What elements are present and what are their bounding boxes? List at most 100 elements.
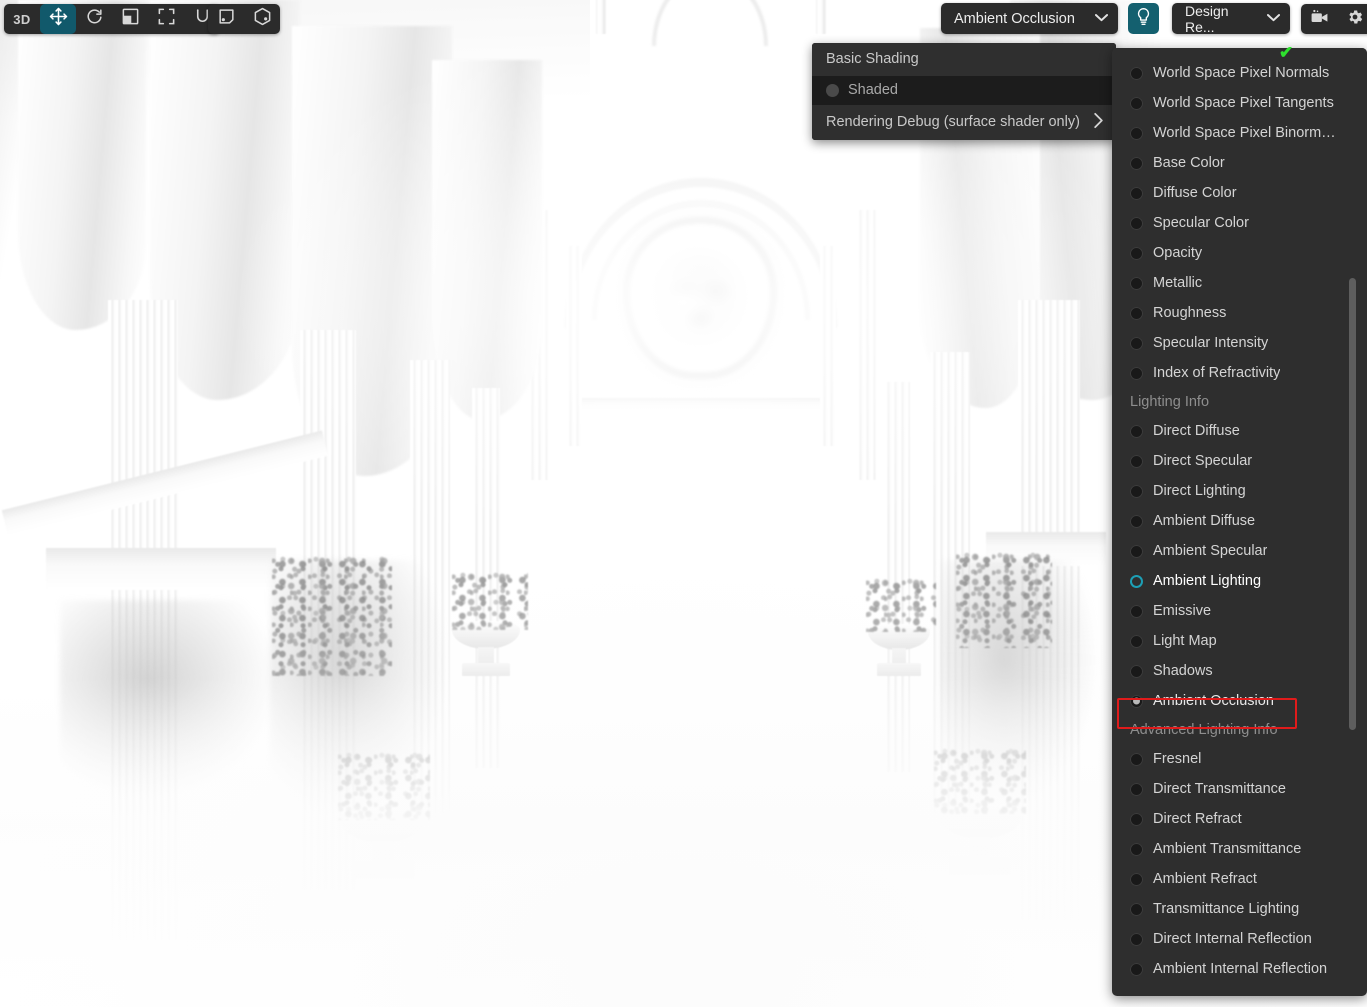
debug-mode-label: Specular Intensity — [1153, 335, 1269, 351]
debug-mode-item[interactable]: Emissive — [1112, 596, 1367, 626]
debug-mode-item[interactable]: Opacity — [1112, 238, 1367, 268]
debug-mode-item[interactable]: Ambient Specular — [1112, 536, 1367, 566]
radio-icon — [1130, 126, 1143, 140]
radio-icon — [1130, 812, 1143, 826]
debug-mode-item[interactable]: Transmittance Lighting — [1112, 894, 1367, 924]
radio-icon — [1130, 634, 1143, 648]
plane-pivot-button[interactable] — [208, 4, 244, 34]
radio-icon — [1130, 782, 1143, 796]
camera-capture-button[interactable] — [1301, 4, 1337, 34]
debug-mode-item[interactable]: Direct Refract — [1112, 804, 1367, 834]
radio-icon — [1130, 454, 1143, 468]
menu-item-label: Shaded — [848, 82, 898, 98]
debug-mode-item[interactable]: Ambient Diffuse — [1112, 506, 1367, 536]
chevron-down-icon — [1266, 13, 1281, 25]
debug-mode-label: Diffuse Color — [1153, 185, 1237, 201]
debug-mode-item[interactable]: Direct Diffuse — [1112, 416, 1367, 446]
radio-icon — [1130, 752, 1143, 766]
debug-mode-item[interactable]: World Space Pixel Tangents — [1112, 88, 1367, 118]
settings-button[interactable] — [1337, 4, 1367, 34]
menu-item-shaded[interactable]: Shaded — [812, 76, 1116, 105]
debug-mode-item[interactable]: Roughness — [1112, 298, 1367, 328]
scale-tool-button[interactable] — [112, 4, 148, 34]
radio-icon — [1130, 216, 1143, 230]
radio-icon — [826, 83, 839, 97]
video-camera-icon — [1310, 7, 1329, 31]
cube-pivot-button[interactable] — [244, 4, 280, 34]
radio-icon — [1130, 66, 1143, 80]
rendering-debug-list: Material InfoWorld Space Pixel NormalsWo… — [1112, 48, 1367, 984]
debug-mode-item[interactable]: Direct Transmittance — [1112, 774, 1367, 804]
debug-mode-item[interactable]: Ambient Refract — [1112, 864, 1367, 894]
debug-mode-item[interactable]: World Space Pixel Normals — [1112, 58, 1367, 88]
move-arrows-icon — [49, 7, 68, 31]
capture-toolbar[interactable] — [1301, 4, 1367, 34]
radio-icon — [1130, 306, 1143, 320]
radio-icon — [1130, 484, 1143, 498]
panel-top-clip — [1112, 48, 1367, 62]
radio-icon — [1130, 156, 1143, 170]
debug-mode-item[interactable]: Diffuse Color — [1112, 178, 1367, 208]
debug-mode-item[interactable]: Ambient Lighting — [1112, 566, 1367, 596]
gear-icon — [1346, 8, 1364, 31]
rotate-icon — [85, 7, 104, 31]
lighting-toggle-button[interactable] — [1128, 3, 1159, 34]
radio-icon — [1130, 366, 1143, 380]
render-preset-value: Design Re... — [1185, 2, 1229, 35]
transform-toolbar[interactable]: 3D — [4, 4, 220, 34]
cursor-marker: ✔ — [1279, 43, 1294, 62]
radio-icon — [1130, 336, 1143, 350]
debug-mode-label: World Space Pixel Normals — [1153, 65, 1330, 81]
debug-mode-item[interactable]: Fresnel — [1112, 744, 1367, 774]
debug-mode-label: Ambient Diffuse — [1153, 513, 1256, 529]
section-header-advanced-lighting-info: Advanced Lighting Info — [1130, 722, 1278, 738]
radio-icon — [1130, 694, 1143, 708]
debug-mode-item[interactable]: Light Map — [1112, 626, 1367, 656]
frame-selection-button[interactable] — [148, 4, 184, 34]
rendering-debug-menu[interactable]: Material InfoWorld Space Pixel NormalsWo… — [1112, 48, 1367, 996]
radio-icon — [1130, 514, 1143, 528]
debug-mode-item[interactable]: Index of Refractivity — [1112, 358, 1367, 388]
radio-icon — [1130, 424, 1143, 438]
menu-scrollbar-thumb[interactable] — [1349, 278, 1356, 730]
rotate-tool-button[interactable] — [76, 4, 112, 34]
frame-selection-icon — [157, 7, 176, 31]
render-preset-dropdown[interactable]: Design Re... — [1172, 2, 1290, 35]
radio-icon — [1130, 932, 1143, 946]
debug-mode-label: Fresnel — [1153, 751, 1202, 767]
debug-mode-item[interactable]: Base Color — [1112, 148, 1367, 178]
debug-mode-item[interactable]: Direct Internal Reflection — [1112, 924, 1367, 954]
debug-mode-item[interactable]: Specular Color — [1112, 208, 1367, 238]
plane-pivot-icon — [217, 7, 236, 31]
debug-mode-item[interactable]: Ambient Internal Reflection — [1112, 954, 1367, 984]
radio-icon — [1130, 902, 1143, 916]
shading-mode-dropdown[interactable]: Ambient Occlusion — [941, 3, 1118, 34]
chevron-right-icon — [1093, 112, 1104, 132]
debug-mode-label: Ambient Internal Reflection — [1153, 961, 1328, 977]
debug-mode-item[interactable]: World Space Pixel Binorm… — [1112, 118, 1367, 148]
radio-icon — [1130, 186, 1143, 200]
mode-3d-button[interactable]: 3D — [4, 4, 40, 34]
debug-mode-item[interactable]: Specular Intensity — [1112, 328, 1367, 358]
debug-mode-item[interactable]: Direct Lighting — [1112, 476, 1367, 506]
debug-mode-item[interactable]: Ambient Transmittance — [1112, 834, 1367, 864]
basic-shading-menu[interactable]: Basic Shading Shaded Rendering Debug (su… — [812, 43, 1116, 140]
chevron-down-icon — [1094, 13, 1109, 25]
debug-mode-label: Direct Refract — [1153, 811, 1242, 827]
radio-icon — [1130, 842, 1143, 856]
lightbulb-icon — [1135, 7, 1152, 31]
pivot-toolbar[interactable] — [208, 4, 280, 34]
section-header-lighting-info: Lighting Info — [1130, 394, 1210, 410]
debug-mode-item[interactable]: Direct Specular — [1112, 446, 1367, 476]
radio-icon — [1130, 96, 1143, 110]
debug-mode-label: Ambient Transmittance — [1153, 841, 1302, 857]
move-tool-button[interactable] — [40, 4, 76, 34]
debug-mode-label: Ambient Occlusion — [1153, 693, 1274, 709]
radio-icon — [1130, 872, 1143, 886]
debug-mode-label: Specular Color — [1153, 215, 1249, 231]
menu-item-rendering-debug[interactable]: Rendering Debug (surface shader only) — [812, 105, 1116, 140]
debug-mode-label: Index of Refractivity — [1153, 365, 1281, 381]
debug-mode-item[interactable]: Shadows — [1112, 656, 1367, 686]
debug-mode-item[interactable]: Ambient Occlusion — [1112, 686, 1367, 716]
debug-mode-item[interactable]: Metallic — [1112, 268, 1367, 298]
